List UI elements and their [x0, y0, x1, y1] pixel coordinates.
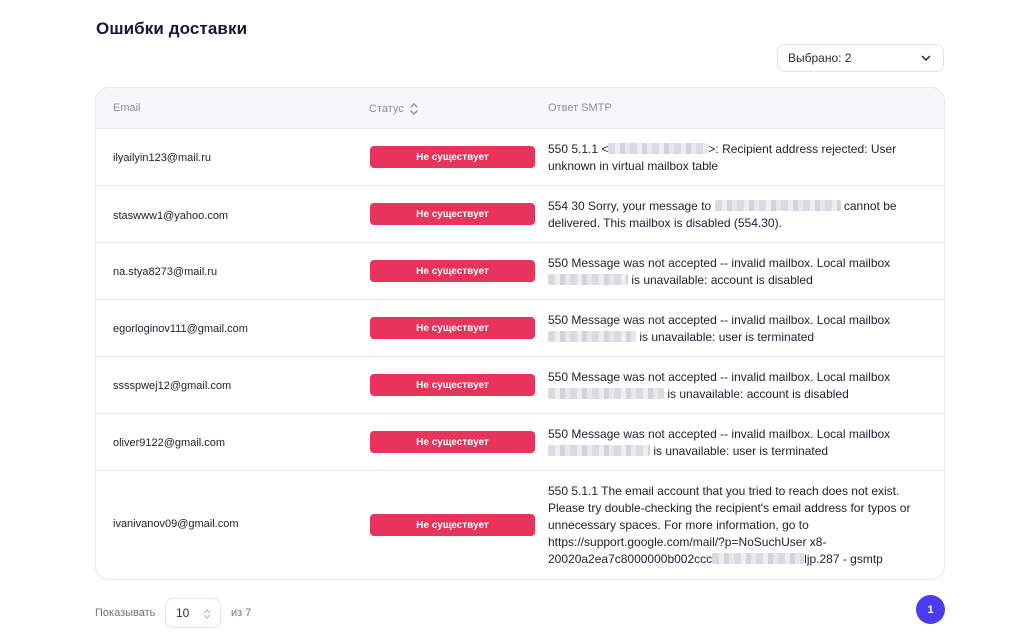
status-badge: Не существует: [370, 317, 535, 339]
smtp-response: 550 5.1.1 < >: Recipient address rejected…: [548, 141, 920, 175]
smtp-response: 554 30 Sorry, your message to cannot be …: [548, 198, 920, 232]
page-size-stepper[interactable]: 10: [165, 598, 221, 628]
smtp-text: is unavailable: account is disabled: [664, 387, 849, 401]
smtp-text: is unavailable: account is disabled: [628, 273, 813, 287]
redacted-address: [714, 200, 841, 211]
status-badge: Не существует: [370, 514, 535, 536]
total-pages-label: из 7: [231, 607, 252, 619]
delivery-errors-table: Email Статус Ответ SMTP ilyailyin123@mai…: [95, 87, 945, 580]
smtp-response: 550 Message was not accepted -- invalid …: [548, 426, 920, 460]
table-row: sssspwej12@gmail.com Не существует 550 M…: [96, 357, 944, 414]
redacted-address: [548, 331, 636, 342]
smtp-text: 550 Message was not accepted -- invalid …: [548, 256, 891, 270]
column-header-smtp: Ответ SMTP: [548, 102, 612, 114]
chevron-down-icon: [921, 55, 931, 61]
status-badge: Не существует: [370, 146, 535, 168]
smtp-text: ljp.287 - gsmtp: [804, 552, 883, 566]
column-header-email: Email: [113, 102, 141, 114]
smtp-text: is unavailable: user is terminated: [636, 330, 815, 344]
column-header-status-label: Статус: [369, 103, 404, 115]
column-header-status[interactable]: Статус: [369, 102, 420, 116]
row-email: staswww1@yahoo.com: [113, 210, 229, 222]
pagination-page-button[interactable]: 1: [916, 595, 945, 624]
smtp-response: 550 5.1.1 The email account that you tri…: [548, 483, 920, 568]
page-title: Ошибки доставки: [96, 19, 248, 38]
table-row: ivanivanov09@gmail.com Не существует 550…: [96, 471, 944, 579]
row-email: sssspwej12@gmail.com: [113, 380, 232, 392]
smtp-text: 550 Message was not accepted -- invalid …: [548, 427, 891, 441]
selection-dropdown-label: Выбрано: 2: [788, 51, 852, 65]
redacted-address: [548, 388, 664, 399]
table-header: Email Статус Ответ SMTP: [96, 88, 944, 129]
table-row: egorloginov111@gmail.com Не существует 5…: [96, 300, 944, 357]
page-size-label: Показывать: [95, 607, 156, 619]
smtp-text: 550 Message was not accepted -- invalid …: [548, 370, 891, 384]
smtp-text: is unavailable: user is terminated: [650, 444, 829, 458]
status-badge: Не существует: [370, 431, 535, 453]
status-badge: Не существует: [370, 260, 535, 282]
smtp-text: 554 30 Sorry, your message to: [548, 199, 715, 213]
row-email: egorloginov111@gmail.com: [113, 323, 248, 335]
table-row: na.stya8273@mail.ru Не существует 550 Me…: [96, 243, 944, 300]
smtp-text: 550 Message was not accepted -- invalid …: [548, 313, 891, 327]
smtp-response: 550 Message was not accepted -- invalid …: [548, 312, 920, 346]
table-row: staswww1@yahoo.com Не существует 554 30 …: [96, 186, 944, 243]
smtp-response: 550 Message was not accepted -- invalid …: [548, 255, 920, 289]
row-email: na.stya8273@mail.ru: [113, 266, 218, 278]
row-email: ivanivanov09@gmail.com: [113, 518, 239, 530]
status-badge: Не существует: [370, 203, 535, 225]
row-email: ilyailyin123@mail.ru: [113, 152, 211, 164]
smtp-text: 550 5.1.1 <: [548, 142, 609, 156]
redacted-address: [548, 274, 628, 285]
smtp-response: 550 Message was not accepted -- invalid …: [548, 369, 920, 403]
stepper-icon[interactable]: [203, 608, 211, 620]
sort-icon[interactable]: [408, 102, 420, 116]
table-row: oliver9122@gmail.com Не существует 550 M…: [96, 414, 944, 471]
row-email: oliver9122@gmail.com: [113, 437, 226, 449]
table-row: ilyailyin123@mail.ru Не существует 550 5…: [96, 129, 944, 186]
redacted-address: [548, 445, 650, 456]
redacted-address: [608, 143, 709, 154]
page-size-value: 10: [176, 606, 190, 620]
selection-dropdown[interactable]: Выбрано: 2: [777, 44, 944, 72]
status-badge: Не существует: [370, 374, 535, 396]
redacted-address: [712, 553, 805, 564]
